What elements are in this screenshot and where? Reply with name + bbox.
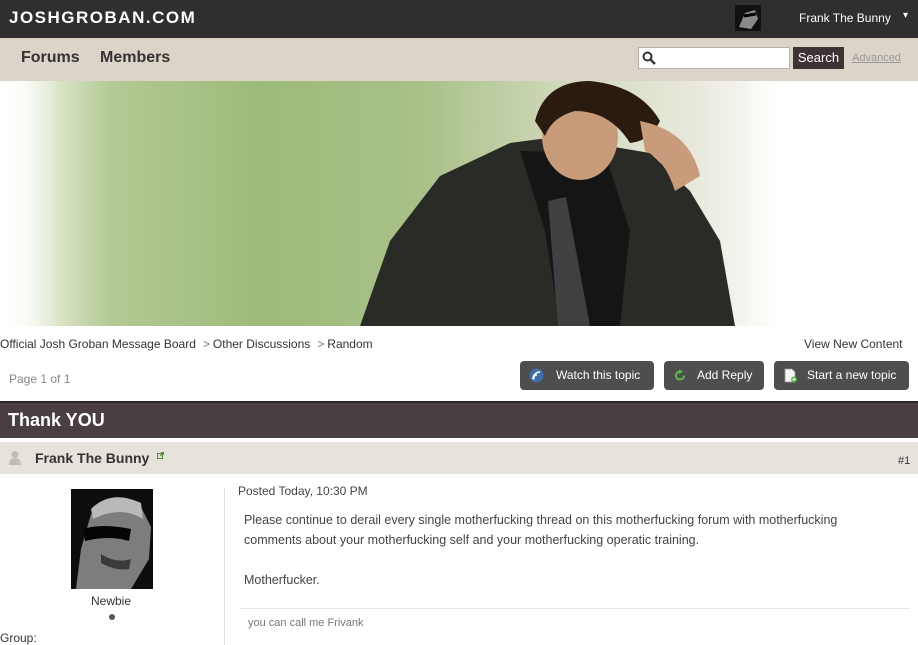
breadcrumb-separator: > <box>202 337 210 351</box>
pagination-label: Page 1 of 1 <box>9 372 71 386</box>
start-new-topic-button[interactable]: Start a new topic <box>774 361 909 390</box>
view-new-content-link[interactable]: View New Content <box>804 337 903 351</box>
post-header: Frank The Bunny #1 <box>0 442 918 474</box>
post-body-paragraph: Please continue to derail every single m… <box>244 513 838 547</box>
post-body: Please continue to derail every single m… <box>244 510 894 590</box>
post-author-group-name: Newbie <box>91 594 132 608</box>
search-input[interactable] <box>659 49 791 69</box>
signature-divider <box>240 608 910 609</box>
nav-members[interactable]: Members <box>100 49 170 67</box>
add-reply-button[interactable]: Add Reply <box>664 361 764 390</box>
top-bar: JOSHGROBAN.COM Frank The Bunny ▾ <box>0 0 918 38</box>
post-divider <box>224 488 225 645</box>
post-author-group-label: Group: <box>0 631 37 645</box>
watch-topic-label: Watch this topic <box>556 368 641 382</box>
add-reply-label: Add Reply <box>697 368 753 382</box>
search-icon <box>642 51 656 65</box>
main-nav: Forums Members Search Advanced <box>0 38 918 81</box>
user-menu-link[interactable]: Frank The Bunny <box>799 11 891 25</box>
post-date: Posted Today, 10:30 PM <box>238 484 368 498</box>
post-author-link[interactable]: Frank The Bunny <box>35 450 149 466</box>
search-box[interactable] <box>638 47 791 69</box>
watch-topic-button[interactable]: Watch this topic <box>520 361 654 390</box>
post-signature: you can call me Frivank <box>248 617 364 629</box>
breadcrumb-item-other-discussions[interactable]: Other Discussions <box>213 337 310 351</box>
user-avatar[interactable] <box>735 5 761 31</box>
new-document-icon <box>784 368 797 383</box>
breadcrumb-item-board[interactable]: Official Josh Groban Message Board <box>0 337 196 351</box>
breadcrumb: Official Josh Groban Message Board > Other… <box>0 337 373 351</box>
breadcrumb-separator: > <box>317 337 325 351</box>
breadcrumb-item-random[interactable]: Random <box>327 337 372 351</box>
reply-icon <box>674 369 686 381</box>
post-number-link[interactable]: #1 <box>898 455 910 467</box>
topic-title: Thank YOU <box>8 410 105 430</box>
search-button[interactable]: Search <box>793 47 844 69</box>
site-logo[interactable]: JOSHGROBAN.COM <box>9 8 196 28</box>
external-link-icon[interactable] <box>157 452 164 459</box>
advanced-search-link[interactable]: Advanced <box>852 52 901 64</box>
user-icon <box>9 451 21 465</box>
start-new-topic-label: Start a new topic <box>807 368 897 382</box>
rank-pip <box>109 614 115 620</box>
chevron-down-icon[interactable]: ▾ <box>903 10 908 21</box>
nav-forums[interactable]: Forums <box>21 49 80 67</box>
rss-icon <box>529 368 544 383</box>
header-banner-image <box>0 81 918 326</box>
post-body-paragraph: Motherfucker. <box>244 573 320 587</box>
topic-title-bar: Thank YOU <box>0 401 918 438</box>
post-author-avatar[interactable] <box>71 489 153 589</box>
